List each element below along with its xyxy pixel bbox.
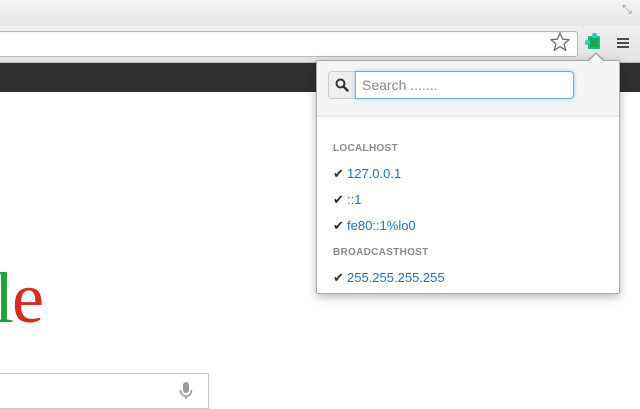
logo-letter-e: e	[12, 258, 44, 338]
window-titlebar: ⤡	[0, 0, 640, 26]
hamburger-menu-icon[interactable]	[613, 33, 633, 53]
host-item[interactable]: ✔ fe80::1%lo0	[333, 217, 416, 235]
host-item[interactable]: ✔ 127.0.0.1	[333, 165, 401, 183]
host-link[interactable]: fe80::1%lo0	[347, 218, 416, 233]
address-bar[interactable]	[0, 31, 578, 57]
check-icon: ✔	[333, 166, 344, 181]
popup-arrow-inner	[588, 54, 604, 62]
star-icon[interactable]	[549, 31, 571, 53]
host-search-input[interactable]	[355, 71, 574, 99]
search-addon	[328, 71, 355, 99]
check-icon: ✔	[333, 192, 344, 207]
check-icon: ✔	[333, 218, 344, 233]
host-link[interactable]: ::1	[347, 192, 361, 207]
search-icon	[335, 78, 349, 92]
host-item[interactable]: ✔ 255.255.255.255	[333, 269, 445, 287]
group-title-broadcasthost: BROADCASTHOST	[333, 247, 429, 258]
puzzle-extension-icon[interactable]	[584, 32, 604, 52]
check-icon: ✔	[333, 270, 344, 285]
microphone-icon[interactable]	[178, 381, 194, 401]
group-title-localhost: LOCALHOST	[333, 143, 398, 154]
host-list-popup: LOCALHOST ✔127.0.0.1 ✔::1 ✔fe80::1%lo0 B…	[316, 60, 620, 294]
browser-toolbar	[0, 26, 640, 63]
host-item[interactable]: ✔::1	[333, 191, 361, 209]
google-logo-partial: le	[0, 258, 44, 338]
popup-search-header	[317, 61, 619, 117]
host-link[interactable]: 255.255.255.255	[347, 270, 445, 285]
logo-letter-l: l	[0, 258, 14, 338]
host-link[interactable]: 127.0.0.1	[347, 166, 401, 181]
restore-window-icon[interactable]: ⤡	[620, 2, 634, 16]
